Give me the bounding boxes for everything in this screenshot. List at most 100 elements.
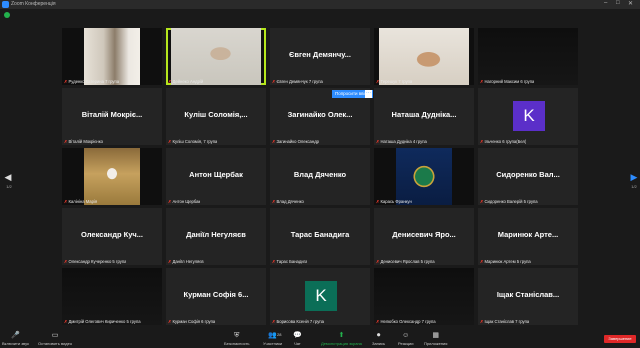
muted-mic-icon: ✗ — [376, 319, 380, 324]
participant-name-large: Іщак Станіслав... — [496, 290, 560, 299]
participant-caption: ✗Калініна Марія — [64, 199, 97, 204]
next-page-arrow-icon[interactable]: ▶ — [629, 172, 639, 183]
participant-name-large: Наташа Дуднікa... — [391, 110, 457, 119]
participant-tile[interactable]: Олександр Куч... ✗Олександр Кучеренко 5 г… — [62, 208, 162, 265]
encryption-shield-icon[interactable] — [4, 12, 10, 18]
participant-caption-text: Віталій Мокрієнко — [68, 139, 103, 144]
participant-video — [84, 148, 140, 205]
participant-tile[interactable]: K ✗Борисова Ксенія 7 група — [270, 268, 370, 325]
window-title: Zoom Конференція — [11, 1, 56, 7]
participant-tile[interactable]: ✗Терешук 7 група — [374, 28, 474, 85]
participant-caption: ✗Віталій Мокрієнко — [64, 139, 103, 144]
participant-tile[interactable]: Денисевич Яро... ✗Денисевич Ярослав 5 гру… — [374, 208, 474, 265]
muted-mic-icon: ✗ — [272, 199, 276, 204]
muted-mic-icon: ✗ — [168, 259, 172, 264]
participant-tile[interactable]: Маринюк Арте... ✗Маринюк Артем 5 група — [478, 208, 578, 265]
participant-name-large: Антон Щербак — [189, 170, 243, 179]
next-page-indicator: 1/2 — [631, 184, 637, 189]
participant-tile[interactable]: Наташа Дуднікa... ✗Наташа Дудніка 4 група — [374, 88, 474, 145]
participant-name-large: Тарас Банадига — [290, 230, 350, 239]
shield-icon: ⛨ — [234, 332, 240, 339]
more-options-button[interactable]: ··· — [365, 90, 372, 98]
participant-tile[interactable]: ✗Руденко Катерина 7 група — [62, 28, 162, 85]
toolbar-button[interactable]: 👥 Участники 28 — [263, 332, 282, 346]
participant-tile[interactable]: Влад Дяченко ✗Влад Дяченко — [270, 148, 370, 205]
toolbar-button[interactable]: ⏺ Запись — [372, 332, 385, 346]
toolbar-button[interactable]: ☺ Реакции — [398, 332, 413, 346]
toolbar-button[interactable]: ▦ Приложения — [424, 332, 447, 346]
participant-caption: ✗Іщак Станіслав 7 група — [480, 319, 529, 324]
video-off-icon: ▭ — [51, 332, 59, 339]
participant-tile[interactable]: Куліш Соломія,... ✗Куліш Соломія, 7 група — [166, 88, 266, 145]
participant-name-large: Денисевич Яро... — [392, 230, 456, 239]
toolbar-button-label: Запись — [372, 341, 386, 346]
muted-mic-icon: ✗ — [376, 199, 380, 204]
participant-tile[interactable]: Курман Софія 6... ✗Курман Софія 6 група — [166, 268, 266, 325]
muted-mic-icon: ✗ — [272, 139, 276, 144]
participant-caption: ✗Руденко Катерина 7 група — [64, 79, 119, 84]
participant-caption-text: Калініна Марія — [68, 199, 98, 204]
participant-caption: ✗Нагорний Максим 6 група — [480, 79, 534, 84]
participant-video — [171, 28, 261, 85]
participant-tile[interactable]: ✗Карась Франкун — [374, 148, 474, 205]
gallery-grid: ✗Руденко Катерина 7 група ✗Дейнеко Андрій… — [62, 28, 578, 325]
participant-tile[interactable]: Сидоренко Вал... ✗Сидоренко Валерій 5 гру… — [478, 148, 578, 205]
close-button[interactable]: ✕ — [628, 0, 633, 7]
toolbar-button[interactable]: ⛨ Безопасность — [224, 332, 250, 346]
toolbar-button-label: Включити звук — [2, 341, 29, 346]
share-screen-icon: ⬆ — [338, 332, 345, 339]
participant-tile[interactable]: Даніїл Негуляєв ✗Даніїл Негуляєв — [166, 208, 266, 265]
toolbar-button[interactable]: ▭ Остановить видео — [38, 332, 72, 346]
participant-caption-text: Терешук 7 група — [380, 79, 413, 84]
muted-mic-icon: ✗ — [480, 139, 484, 144]
muted-mic-icon: ✗ — [64, 79, 68, 84]
participant-tile[interactable]: Віталій Мокріє... ✗Віталій Мокрієнко — [62, 88, 162, 145]
muted-mic-icon: ✗ — [376, 79, 380, 84]
end-meeting-button[interactable]: Завершение — [604, 335, 636, 343]
participant-caption: ✗Терешук 7 група — [376, 79, 412, 84]
apps-icon: ▦ — [432, 332, 440, 339]
participant-video — [62, 268, 162, 325]
participant-caption: ✗Карась Франкун — [376, 199, 412, 204]
participant-tile[interactable]: K ✗Ільченко 6 група(Бел) — [478, 88, 578, 145]
participant-caption: ✗Євген Демянчук 7 група — [272, 79, 323, 84]
toolbar-button[interactable]: 🎤 Включити звук — [2, 332, 29, 346]
participant-name-large: Маринюк Арте... — [497, 230, 559, 239]
participant-caption-text: Олександр Кучеренко 5 група — [68, 259, 127, 264]
participant-caption: ✗Куліш Соломія, 7 група — [168, 139, 217, 144]
participant-caption: ✗Дейнеко Андрій — [168, 79, 203, 84]
participant-tile[interactable]: ✗Дмитрій Олегович Кириченко 5 група — [62, 268, 162, 325]
muted-mic-icon: ✗ — [272, 79, 276, 84]
maximize-button[interactable]: □ — [616, 0, 620, 6]
prev-page-indicator: 1/2 — [6, 184, 12, 189]
toolbar-button-label: Чат — [294, 341, 301, 346]
participant-avatar: K — [513, 101, 545, 131]
prev-page-arrow-icon[interactable]: ◀ — [3, 172, 13, 183]
participant-tile[interactable]: Іщак Станіслав... ✗Іщак Станіслав 7 група — [478, 268, 578, 325]
participant-caption-text: Даніїл Негуляєв — [172, 259, 204, 264]
participant-caption-text: Дмитрій Олегович Кириченко 5 група — [68, 319, 141, 324]
participant-caption-text: Тарас Банадига — [276, 259, 308, 264]
participants-count: 28 — [277, 332, 282, 337]
participant-tile[interactable]: Тарас Банадига ✗Тарас Банадига — [270, 208, 370, 265]
participant-tile[interactable]: ✗Калініна Марія — [62, 148, 162, 205]
participant-tile[interactable]: Євген Демянчу... ✗Євген Демянчук 7 група — [270, 28, 370, 85]
participant-tile[interactable]: ✗Нагорний Максим 6 група — [478, 28, 578, 85]
minimize-button[interactable]: – — [604, 0, 607, 6]
muted-mic-icon: ✗ — [64, 259, 68, 264]
participant-caption: ✗Наташа Дудніка 4 група — [376, 139, 427, 144]
participant-tile[interactable]: ✗Дейнеко Андрій — [166, 28, 266, 85]
participant-name-large: Сидоренко Вал... — [496, 170, 560, 179]
participant-name-large: Куліш Соломія,... — [184, 110, 248, 119]
participant-name-large: Віталій Мокріє... — [81, 110, 143, 119]
toolbar-button[interactable]: 💬 Чат — [293, 332, 302, 346]
meeting-toolbar: 🎤 Включити звук ▭ Остановить видео ⛨ Безопасн… — [0, 330, 640, 348]
participant-caption-text: Денисевич Ярослав 5 група — [380, 259, 435, 264]
toolbar-button[interactable]: ⬆ Демонстрация экрана — [321, 332, 362, 346]
toolbar-button-label: Участники — [263, 341, 283, 346]
participant-tile[interactable]: ✗Нелюбко Олександр 7 група — [374, 268, 474, 325]
participant-caption-text: Антон Щербак — [172, 199, 201, 204]
muted-mic-icon: ✗ — [480, 319, 484, 324]
participant-tile[interactable]: Антон Щербак ✗Антон Щербак — [166, 148, 266, 205]
participant-caption-text: Ільченко 6 група(Бел) — [484, 139, 527, 144]
